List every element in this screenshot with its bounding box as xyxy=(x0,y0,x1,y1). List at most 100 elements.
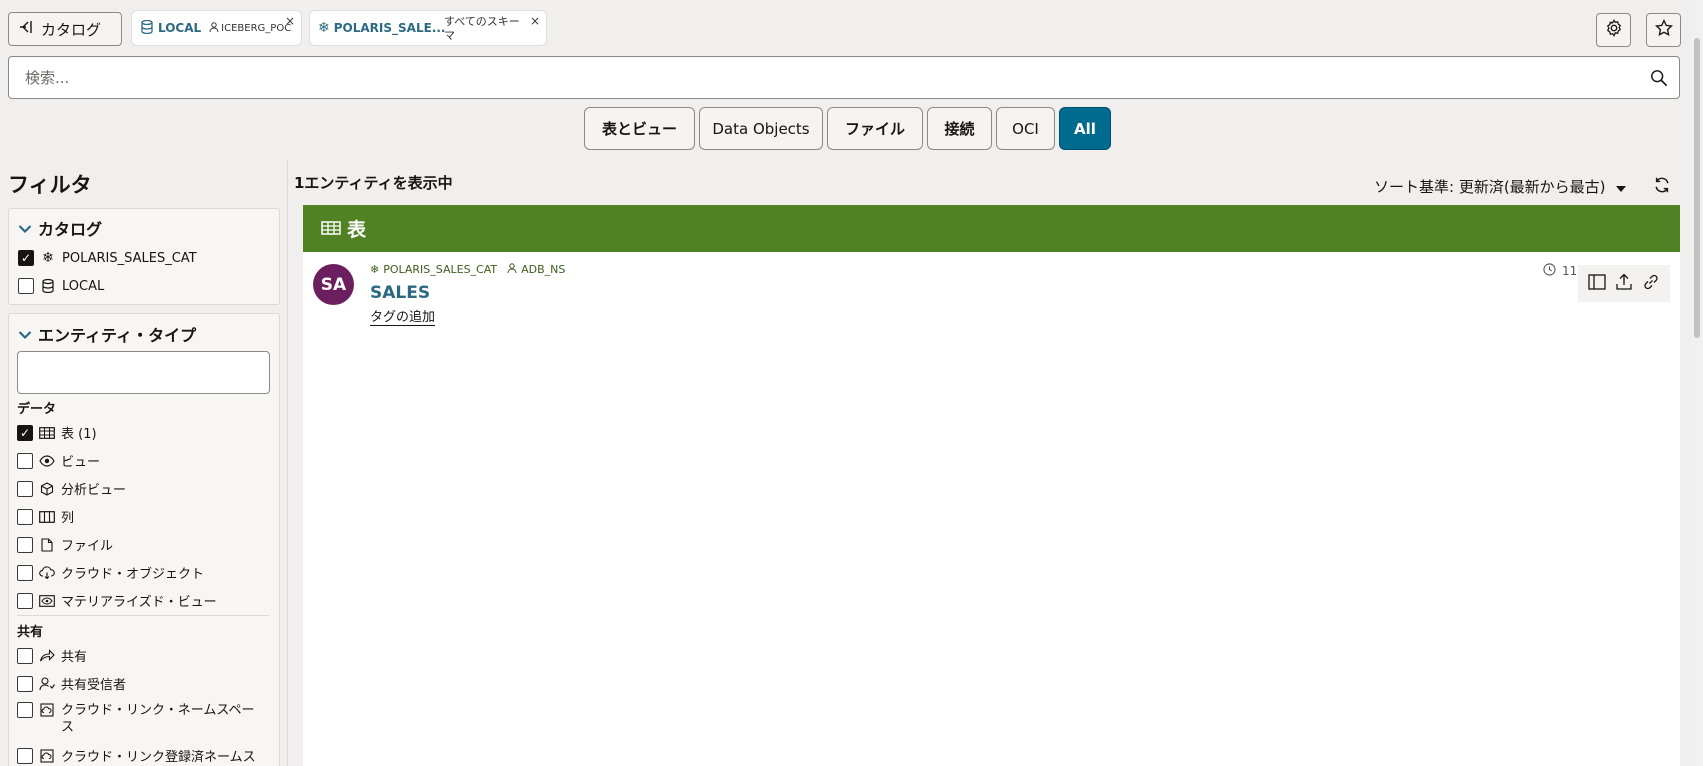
export-icon[interactable] xyxy=(1615,273,1633,295)
checkbox[interactable] xyxy=(17,592,33,609)
tab-polaris-schema: すべてのスキーマ xyxy=(444,15,520,42)
checkbox[interactable] xyxy=(17,480,33,497)
segment-oci[interactable]: OCI xyxy=(996,107,1055,150)
share-group-label: 共有 xyxy=(17,625,44,640)
entity-updated-text: 11 xyxy=(1562,264,1578,278)
cloud-icon xyxy=(39,565,55,581)
search-bar xyxy=(8,56,1680,99)
entity-option-label: クラウド・オブジェクト xyxy=(61,567,205,582)
materialized-view-icon xyxy=(39,593,55,609)
cloud-link-registered-icon xyxy=(39,748,55,764)
sort-dropdown[interactable]: ソート基準: 更新済(最新から最古) xyxy=(1374,176,1626,197)
settings-button[interactable] xyxy=(1596,13,1631,47)
checkbox[interactable] xyxy=(17,536,33,553)
entity-option-label: 共有受信者 xyxy=(61,678,127,693)
checkbox[interactable] xyxy=(17,564,33,581)
add-tag-link[interactable]: タグの追加 xyxy=(370,306,436,326)
entity-option-view[interactable]: ビュー xyxy=(17,451,100,470)
close-icon[interactable]: × xyxy=(285,14,295,28)
entity-option-table[interactable]: ✓ 表 (1) xyxy=(17,423,97,442)
entity-option-materialized-view[interactable]: マテリアライズド・ビュー xyxy=(17,591,217,610)
entity-name-link[interactable]: SALES xyxy=(370,283,430,303)
checkbox[interactable] xyxy=(17,508,33,525)
refresh-button[interactable] xyxy=(1653,176,1671,198)
segment-data-objects[interactable]: Data Objects xyxy=(699,107,823,150)
group-header-title: 表 xyxy=(347,219,367,241)
chevron-down-icon xyxy=(18,219,32,238)
segment-files[interactable]: ファイル xyxy=(827,107,923,150)
star-icon xyxy=(1654,19,1673,41)
segment-all[interactable]: All xyxy=(1059,107,1111,150)
checkbox[interactable] xyxy=(17,647,33,664)
entity-option-label: 共有 xyxy=(61,650,88,665)
tab-polaris[interactable]: ❄ POLARIS_SALE... すべてのスキーマ × xyxy=(309,10,547,46)
snowflake-icon: ❄ xyxy=(370,263,380,276)
entity-option-cloud-object[interactable]: クラウド・オブジェクト xyxy=(17,563,204,582)
data-group-label: データ xyxy=(17,402,57,417)
catalog-button[interactable]: カタログ xyxy=(8,12,122,46)
file-icon xyxy=(39,537,55,553)
tab-polaris-title: POLARIS_SALE... xyxy=(333,21,446,35)
user-icon xyxy=(507,263,517,276)
checkbox[interactable] xyxy=(17,747,33,764)
entity-option-cloud-link-namespace[interactable]: クラウド・リンク・ネームスペース xyxy=(17,702,261,736)
favorite-button[interactable] xyxy=(1646,13,1681,47)
entity-type-filter-input[interactable] xyxy=(17,351,270,394)
recipient-icon xyxy=(39,676,55,692)
catalog-button-label: カタログ xyxy=(41,20,102,39)
cube-icon xyxy=(39,481,55,497)
database-icon xyxy=(40,278,56,294)
clock-icon xyxy=(1543,263,1556,279)
results-count: 1エンティティを表示中 xyxy=(294,174,453,192)
avatar: SA xyxy=(313,264,354,305)
entity-option-file[interactable]: ファイル xyxy=(17,535,113,554)
link-icon[interactable] xyxy=(1642,273,1660,295)
eye-icon xyxy=(39,453,55,469)
entity-option-recipient[interactable]: 共有受信者 xyxy=(17,674,126,693)
entity-type-filter-section: エンティティ・タイプ データ ✓ 表 (1) ビュー 分析ビュー 列 ファイル … xyxy=(8,313,280,766)
entity-option-label: クラウド・リンク・ネームスペース xyxy=(61,703,255,735)
entity-option-column[interactable]: 列 xyxy=(17,507,74,526)
catalog-filter-header[interactable]: カタログ xyxy=(18,216,102,240)
segment-tables-views[interactable]: 表とビュー xyxy=(584,107,695,150)
tab-local[interactable]: LOCAL ICEBERG_POC × xyxy=(131,10,302,46)
catalog-option-local[interactable]: LOCAL xyxy=(18,278,104,294)
catalog-option-label: POLARIS_SALES_CAT xyxy=(62,250,197,266)
scrollbar-thumb[interactable] xyxy=(1694,38,1700,338)
entity-type-filter-header[interactable]: エンティティ・タイプ xyxy=(18,322,196,346)
snowflake-icon: ❄ xyxy=(318,20,330,36)
checkbox[interactable] xyxy=(17,675,33,692)
entity-option-label: 分析ビュー xyxy=(61,483,127,498)
entity-option-cloud-link-registered[interactable]: クラウド・リンク登録済ネームス xyxy=(17,746,256,765)
entity-option-label: 表 (1) xyxy=(61,427,97,442)
snowflake-icon: ❄ xyxy=(42,250,54,266)
entity-option-analytic-view[interactable]: 分析ビュー xyxy=(17,479,126,498)
entity-namespace: ADB_NS xyxy=(521,263,566,276)
checkbox[interactable] xyxy=(18,278,34,294)
table-icon xyxy=(39,425,55,441)
divider xyxy=(17,615,269,616)
checkbox-checked[interactable]: ✓ xyxy=(17,424,33,441)
checkbox-checked[interactable]: ✓ xyxy=(18,250,34,266)
entity-option-label: マテリアライズド・ビュー xyxy=(61,595,217,610)
entity-option-label: ファイル xyxy=(61,539,114,554)
columns-icon xyxy=(39,509,55,525)
entity-option-share[interactable]: 共有 xyxy=(17,646,87,665)
search-input[interactable] xyxy=(9,57,1639,98)
catalog-option-polaris[interactable]: ✓ ❄ POLARIS_SALES_CAT xyxy=(18,250,197,266)
catalog-filter-heading: カタログ xyxy=(38,220,103,239)
cloud-link-icon xyxy=(39,702,55,718)
gear-icon xyxy=(1605,19,1623,41)
checkbox[interactable] xyxy=(17,702,33,718)
checkbox[interactable] xyxy=(17,452,33,469)
filter-title: フィルタ xyxy=(8,173,92,197)
search-icon[interactable] xyxy=(1639,69,1679,87)
side-panel-icon[interactable] xyxy=(1588,273,1606,294)
entity-option-label: 列 xyxy=(61,511,75,526)
scrollbar[interactable] xyxy=(1691,0,1703,766)
entity-option-label: ビュー xyxy=(61,455,101,470)
tab-local-schema: ICEBERG_POC xyxy=(221,22,292,34)
divider xyxy=(287,160,288,766)
segment-connections[interactable]: 接続 xyxy=(927,107,992,150)
close-icon[interactable]: × xyxy=(530,14,540,28)
